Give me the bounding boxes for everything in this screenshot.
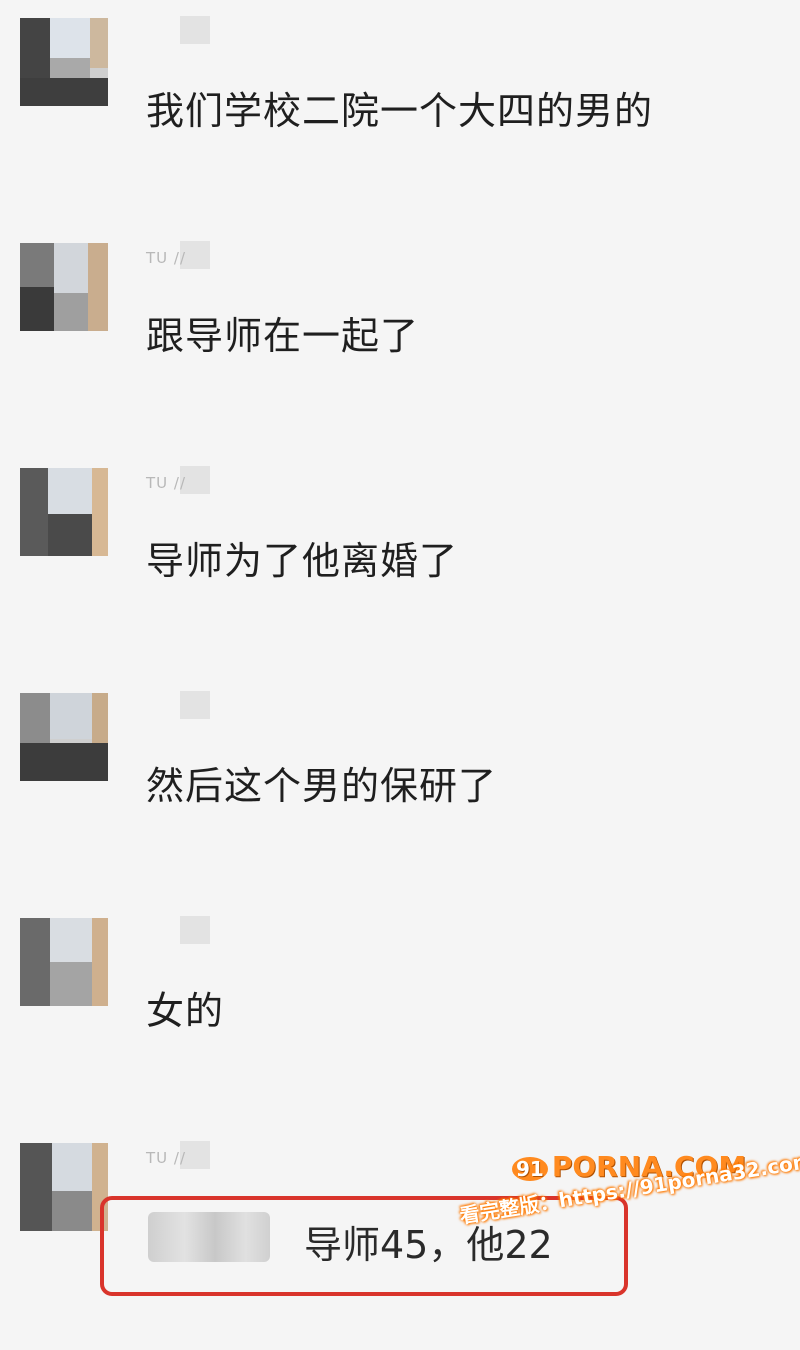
- nickname-blur: [180, 691, 210, 719]
- avatar[interactable]: [20, 468, 108, 556]
- chat-message: TU // 导师为了他离婚了: [0, 450, 800, 675]
- nickname: TU //: [146, 249, 187, 267]
- avatar[interactable]: [20, 693, 108, 781]
- chat-message: 然后这个男的保研了: [0, 675, 800, 900]
- chat-message: TU // 跟导师在一起了: [0, 225, 800, 450]
- message-text: 我们学校二院一个大四的男的: [146, 89, 654, 133]
- message-text: 跟导师在一起了: [146, 314, 420, 358]
- nickname-blur: [180, 916, 210, 944]
- quoted-name-blur: [148, 1212, 270, 1262]
- avatar[interactable]: [20, 1143, 108, 1231]
- avatar[interactable]: [20, 243, 108, 331]
- message-text: 女的: [146, 989, 225, 1033]
- chat-message: 我们学校二院一个大四的男的: [0, 0, 800, 225]
- avatar[interactable]: [20, 918, 108, 1006]
- message-text: 然后这个男的保研了: [146, 764, 498, 808]
- watermark-prefix: 91: [512, 1157, 548, 1181]
- quoted-reply-text: 导师45，他22: [304, 1223, 553, 1267]
- message-text: 导师为了他离婚了: [146, 539, 459, 583]
- chat-message: 女的: [0, 900, 800, 1125]
- nickname: TU //: [146, 474, 187, 492]
- nickname-blur: [180, 16, 210, 44]
- avatar[interactable]: [20, 18, 108, 106]
- nickname: TU //: [146, 1149, 187, 1167]
